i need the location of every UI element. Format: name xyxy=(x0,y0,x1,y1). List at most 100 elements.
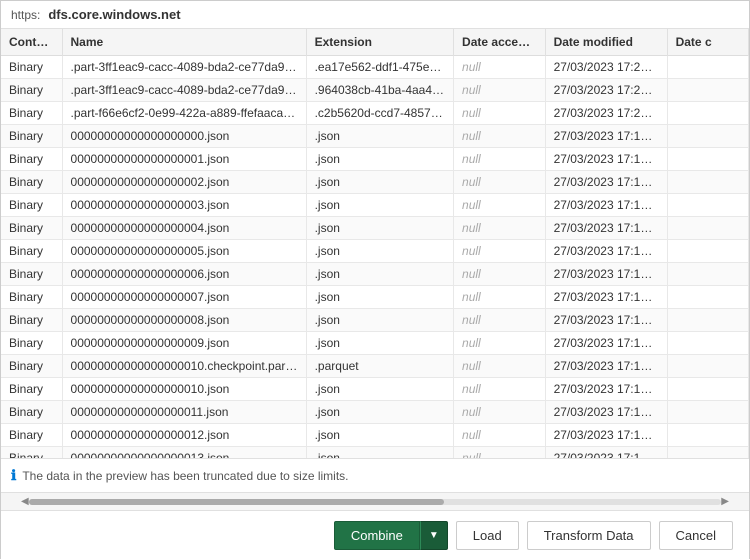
table-cell: null xyxy=(454,355,546,378)
table-cell: null xyxy=(454,332,546,355)
table-cell: Binary xyxy=(1,309,62,332)
table-row[interactable]: Binary00000000000000000003.json.jsonnull… xyxy=(1,194,749,217)
table-cell: 00000000000000000013.json xyxy=(62,447,306,460)
table-cell: 27/03/2023 17:19:39 xyxy=(545,286,667,309)
table-cell: .json xyxy=(306,148,453,171)
table-cell: 27/03/2023 17:19:46 xyxy=(545,355,667,378)
table-row[interactable]: Binary00000000000000000010.json.jsonnull… xyxy=(1,378,749,401)
data-table: Content Name Extension Date accessed Dat… xyxy=(1,29,749,459)
table-cell: Binary xyxy=(1,79,62,102)
table-cell: 00000000000000000009.json xyxy=(62,332,306,355)
table-cell: 27/03/2023 17:19:27 xyxy=(545,148,667,171)
table-header-row: Content Name Extension Date accessed Dat… xyxy=(1,29,749,56)
combine-dropdown-button[interactable]: ▼ xyxy=(420,521,448,550)
info-bar: ℹ The data in the preview has been trunc… xyxy=(1,459,749,493)
table-row[interactable]: Binary00000000000000000010.checkpoint.pa… xyxy=(1,355,749,378)
table-cell: null xyxy=(454,401,546,424)
table-cell: 27/03/2023 17:19:29 xyxy=(545,171,667,194)
cancel-button[interactable]: Cancel xyxy=(659,521,733,550)
transform-data-button[interactable]: Transform Data xyxy=(527,521,651,550)
table-cell xyxy=(667,56,748,79)
title-bar: https: dfs.core.windows.net xyxy=(1,1,749,29)
table-row[interactable]: Binary.part-3ff1eac9-cacc-4089-bda2-ce77… xyxy=(1,79,749,102)
table-cell: Binary xyxy=(1,424,62,447)
table-cell: null xyxy=(454,263,546,286)
header-date-accessed: Date accessed xyxy=(454,29,546,56)
scroll-left-icon[interactable]: ◀ xyxy=(21,496,29,507)
table-cell: Binary xyxy=(1,194,62,217)
table-cell: null xyxy=(454,217,546,240)
table-row[interactable]: Binary.part-f66e6cf2-0e99-422a-a889-ffef… xyxy=(1,102,749,125)
table-cell: 27/03/2023 17:19:49 xyxy=(545,424,667,447)
table-cell: Binary xyxy=(1,401,62,424)
table-cell: .part-f66e6cf2-0e99-422a-a889-ffefaacaf5… xyxy=(62,102,306,125)
table-cell: null xyxy=(454,286,546,309)
table-container: Content Name Extension Date accessed Dat… xyxy=(1,29,749,459)
table-row[interactable]: Binary00000000000000000013.json.jsonnull… xyxy=(1,447,749,460)
table-cell: 00000000000000000005.json xyxy=(62,240,306,263)
table-row[interactable]: Binary00000000000000000001.json.jsonnull… xyxy=(1,148,749,171)
table-cell: 00000000000000000000.json xyxy=(62,125,306,148)
table-cell xyxy=(667,332,748,355)
url-label: dfs.core.windows.net xyxy=(48,7,180,22)
table-row[interactable]: Binary00000000000000000002.json.jsonnull… xyxy=(1,171,749,194)
table-cell: Binary xyxy=(1,263,62,286)
table-cell: .parquet xyxy=(306,355,453,378)
table-cell: Binary xyxy=(1,171,62,194)
table-cell: .json xyxy=(306,194,453,217)
table-cell: null xyxy=(454,148,546,171)
table-cell: Binary xyxy=(1,125,62,148)
table-row[interactable]: Binary00000000000000000006.json.jsonnull… xyxy=(1,263,749,286)
info-message: The data in the preview has been truncat… xyxy=(22,469,348,483)
table-cell: .json xyxy=(306,447,453,460)
table-row[interactable]: Binary00000000000000000004.json.jsonnull… xyxy=(1,217,749,240)
table-row[interactable]: Binary00000000000000000008.json.jsonnull… xyxy=(1,309,749,332)
table-cell: 00000000000000000010.json xyxy=(62,378,306,401)
table-cell: Binary xyxy=(1,102,62,125)
table-row[interactable]: Binary.part-3ff1eac9-cacc-4089-bda2-ce77… xyxy=(1,56,749,79)
table-cell: 27/03/2023 17:19:37 xyxy=(545,263,667,286)
table-cell: null xyxy=(454,378,546,401)
table-cell xyxy=(667,355,748,378)
table-cell: 00000000000000000011.json xyxy=(62,401,306,424)
scrollbar-area[interactable]: ◀ ▶ xyxy=(1,493,749,511)
table-row[interactable]: Binary00000000000000000011.json.jsonnull… xyxy=(1,401,749,424)
table-row[interactable]: Binary00000000000000000009.json.jsonnull… xyxy=(1,332,749,355)
table-cell xyxy=(667,125,748,148)
table-cell: .964038cb-41ba-4aa4-8938-cfa219305550b xyxy=(306,79,453,102)
table-row[interactable]: Binary00000000000000000000.json.jsonnull… xyxy=(1,125,749,148)
protocol-label: https: xyxy=(11,8,40,22)
table-cell: 00000000000000000008.json xyxy=(62,309,306,332)
table-cell: null xyxy=(454,447,546,460)
table-cell xyxy=(667,240,748,263)
table-cell: 27/03/2023 17:19:33 xyxy=(545,217,667,240)
table-cell: 00000000000000000006.json xyxy=(62,263,306,286)
table-cell: Binary xyxy=(1,447,62,460)
table-cell xyxy=(667,148,748,171)
scroll-track[interactable] xyxy=(29,499,722,505)
combine-button-wrapper: Combine ▼ xyxy=(334,521,448,550)
table-cell: 27/03/2023 17:19:51 xyxy=(545,447,667,460)
table-cell: .c2b5620d-ccd7-4857-9054-bb826d79604b xyxy=(306,102,453,125)
table-row[interactable]: Binary00000000000000000005.json.jsonnull… xyxy=(1,240,749,263)
table-cell xyxy=(667,217,748,240)
table-cell: 00000000000000000001.json xyxy=(62,148,306,171)
table-cell: .json xyxy=(306,378,453,401)
table-row[interactable]: Binary00000000000000000012.json.jsonnull… xyxy=(1,424,749,447)
table-cell: 00000000000000000007.json xyxy=(62,286,306,309)
table-cell: .ea17e562-ddf1-475e-87af-d60c0ebc64e4 xyxy=(306,56,453,79)
table-cell xyxy=(667,447,748,460)
table-cell: .json xyxy=(306,309,453,332)
table-cell: .json xyxy=(306,401,453,424)
load-button[interactable]: Load xyxy=(456,521,519,550)
table-cell: 27/03/2023 17:21:04 xyxy=(545,56,667,79)
table-row[interactable]: Binary00000000000000000007.json.jsonnull… xyxy=(1,286,749,309)
table-cell: 27/03/2023 17:19:47 xyxy=(545,401,667,424)
combine-button[interactable]: Combine xyxy=(334,521,420,550)
table-cell: Binary xyxy=(1,378,62,401)
table-cell: Binary xyxy=(1,286,62,309)
table-cell xyxy=(667,102,748,125)
header-content: Content xyxy=(1,29,62,56)
table-cell: 27/03/2023 17:19:43 xyxy=(545,332,667,355)
scroll-right-icon[interactable]: ▶ xyxy=(721,496,729,507)
